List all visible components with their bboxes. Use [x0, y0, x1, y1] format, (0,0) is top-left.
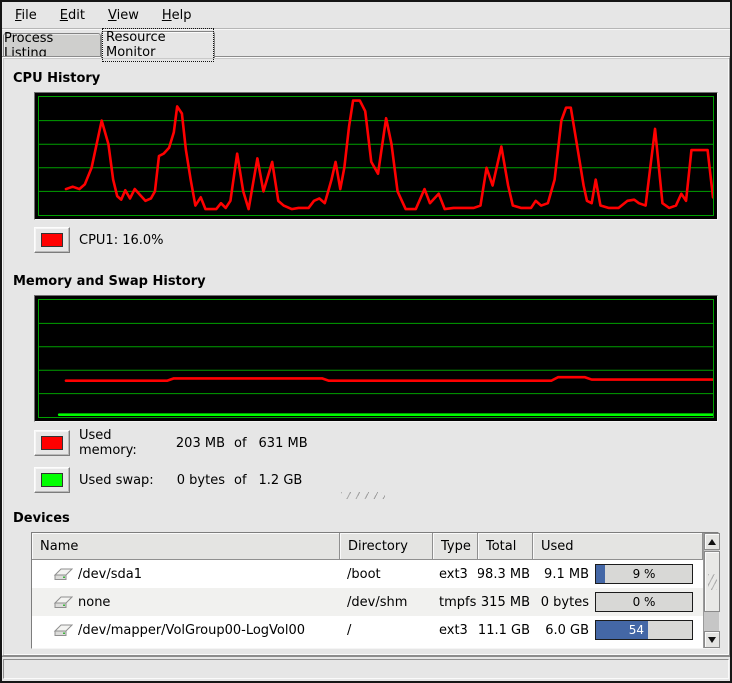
- device-type: ext3: [439, 567, 468, 582]
- cpu-color-button[interactable]: [34, 227, 70, 253]
- disk-icon: [53, 623, 73, 637]
- device-row-none[interactable]: none /dev/shm tmpfs 315 MB 0 bytes 0 % 0…: [32, 588, 703, 616]
- used-memory-color-chip: [41, 436, 63, 450]
- tab-process-listing-label: Process Listing: [4, 31, 100, 61]
- cpu-history-chart: [39, 97, 713, 215]
- device-type: ext3: [439, 623, 468, 638]
- menu-edit[interactable]: Edit: [51, 5, 94, 26]
- used-swap-legend: Used swap: 0 bytes of 1.2 GB: [34, 467, 302, 493]
- device-used-progressbar: 9 % 9 %: [595, 564, 693, 584]
- menu-file[interactable]: File: [6, 5, 46, 26]
- used-memory-total: 631 MB: [259, 436, 308, 451]
- used-swap-label: Used swap:: [79, 473, 171, 488]
- device-directory: /dev/shm: [347, 595, 407, 610]
- scroll-down-button[interactable]: [704, 631, 720, 648]
- memory-history-graph: [34, 295, 718, 422]
- cpu-legend: CPU1: 16.0%: [34, 227, 164, 253]
- used-memory-value: 203 MB: [171, 436, 225, 451]
- device-used-progressbar: 54 % 54 %: [595, 620, 693, 640]
- devices-vertical-scrollbar[interactable]: [703, 533, 719, 648]
- devices-table: Name Directory Type Total Used /dev/sda1: [31, 532, 719, 649]
- statusbar: [3, 659, 729, 679]
- device-row-sda1[interactable]: /dev/sda1 /boot ext3 98.3 MB 9.1 MB 9 % …: [32, 560, 703, 588]
- device-used: 0 bytes: [533, 595, 589, 610]
- column-header-type[interactable]: Type: [433, 533, 478, 560]
- tab-process-listing[interactable]: Process Listing: [3, 33, 101, 57]
- disk-icon: [53, 595, 73, 609]
- devices-table-body: /dev/sda1 /boot ext3 98.3 MB 9.1 MB 9 % …: [32, 560, 703, 644]
- column-header-used[interactable]: Used: [533, 533, 703, 560]
- resource-monitor-page: CPU History CPU1: 16.0% Memory and Swap …: [2, 57, 730, 656]
- scrollbar-thumb[interactable]: [704, 551, 720, 612]
- menu-view[interactable]: View: [99, 5, 148, 26]
- tab-resource-monitor-label: Resource Monitor: [102, 28, 214, 62]
- progress-label: 0 %: [596, 593, 692, 611]
- device-directory: /boot: [347, 567, 381, 582]
- column-header-directory[interactable]: Directory: [340, 533, 433, 560]
- menu-help[interactable]: Help: [153, 5, 201, 26]
- device-row-volgroup[interactable]: /dev/mapper/VolGroup00-LogVol00 / ext3 1…: [32, 616, 703, 644]
- system-monitor-window: File Edit View Help Process Listing Reso…: [0, 0, 732, 683]
- cpu-history-title: CPU History: [13, 71, 100, 86]
- pane-resize-grip[interactable]: [341, 492, 385, 499]
- used-memory-legend: Used memory: 203 MB of 631 MB: [34, 430, 308, 456]
- scroll-up-button[interactable]: [704, 533, 720, 550]
- used-swap-value: 0 bytes: [171, 473, 225, 488]
- devices-table-header: Name Directory Type Total Used: [32, 533, 703, 560]
- scrollbar-grip-icon: [708, 574, 717, 590]
- device-name: /dev/sda1: [78, 567, 142, 582]
- cpu-legend-label: CPU1: 16.0%: [79, 233, 164, 248]
- progress-label: 9 %: [596, 565, 692, 583]
- used-swap-total: 1.2 GB: [259, 473, 303, 488]
- used-memory-of: of: [234, 436, 247, 451]
- memory-history-title: Memory and Swap History: [13, 274, 206, 289]
- disk-icon: [53, 567, 73, 581]
- device-total: 315 MB: [481, 595, 530, 610]
- arrow-up-icon: [708, 539, 716, 545]
- column-header-total[interactable]: Total: [478, 533, 533, 560]
- used-swap-of: of: [234, 473, 247, 488]
- device-used: 9.1 MB: [533, 567, 589, 582]
- device-total: 98.3 MB: [478, 567, 530, 582]
- device-directory: /: [347, 623, 351, 638]
- device-used-progressbar: 0 % 0 %: [595, 592, 693, 612]
- cpu-history-graph: [34, 92, 718, 220]
- column-header-name[interactable]: Name: [32, 533, 340, 560]
- used-swap-color-button[interactable]: [34, 467, 70, 493]
- arrow-down-icon: [708, 637, 716, 643]
- used-swap-color-chip: [41, 473, 63, 487]
- device-type: tmpfs: [439, 595, 476, 610]
- progress-fill: 54 %: [596, 621, 648, 639]
- devices-title: Devices: [13, 511, 70, 526]
- progress-fill: 9 %: [596, 565, 605, 583]
- device-name: /dev/mapper/VolGroup00-LogVol00: [78, 623, 305, 638]
- used-memory-color-button[interactable]: [34, 430, 70, 456]
- device-used: 6.0 GB: [533, 623, 589, 638]
- menubar: File Edit View Help: [2, 2, 730, 29]
- tab-resource-monitor[interactable]: Resource Monitor: [101, 31, 215, 58]
- device-total: 11.1 GB: [478, 623, 530, 638]
- cpu-color-chip: [41, 233, 63, 247]
- device-name: none: [78, 595, 110, 610]
- memory-history-chart: [39, 300, 713, 417]
- used-memory-label: Used memory:: [79, 428, 171, 458]
